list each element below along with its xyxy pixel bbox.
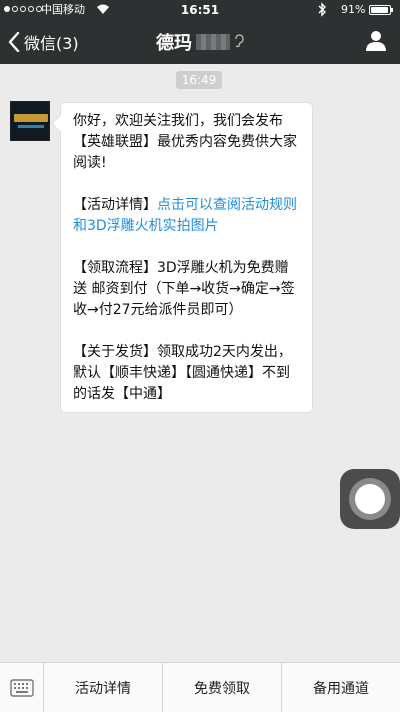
- battery-icon: [369, 5, 393, 15]
- message-paragraph-process: 【领取流程】3D浮雕火机为免费赠送 邮资到付（下单→收货→确定→签收→付27元给…: [73, 260, 295, 318]
- message-paragraph-details: 【活动详情】点击可以查阅活动规则和3D浮雕火机实拍图片: [73, 195, 301, 237]
- menu-item-activity-details[interactable]: 活动详情: [44, 663, 163, 712]
- message-paragraph-intro: 你好，欢迎关注我们，我们会发布【英雄联盟】最优秀内容免费供大家阅读!: [73, 113, 297, 171]
- message-timestamp: 16:49: [176, 71, 222, 89]
- avatar[interactable]: [10, 101, 50, 141]
- message-bubble: 你好，欢迎关注我们，我们会发布【英雄联盟】最优秀内容免费供大家阅读! 【活动详情…: [60, 102, 313, 413]
- menu-item-free-claim[interactable]: 免费领取: [163, 663, 282, 712]
- chat-title: 德玛: [156, 33, 192, 54]
- profile-icon[interactable]: [366, 30, 386, 56]
- ear-icon: [234, 33, 244, 52]
- keyboard-icon: [9, 678, 34, 697]
- message-paragraph-shipping: 【关于发货】领取成功2天内发出，默认【顺丰快递】【圆通快递】不到的话发【中通】: [73, 344, 292, 402]
- battery-percent: 91%: [341, 3, 366, 16]
- keyboard-toggle-button[interactable]: [0, 663, 44, 712]
- status-bar: 中国移动 16:51 91%: [0, 0, 400, 20]
- menu-item-backup-channel[interactable]: 备用通道: [282, 663, 400, 712]
- assistive-touch-button[interactable]: [340, 469, 400, 529]
- bottom-menu-bar: 活动详情 免费领取 备用通道: [0, 662, 400, 712]
- top-bar: 中国移动 16:51 91% 微信(3) 德玛: [0, 0, 400, 64]
- title-area: 德玛: [0, 20, 400, 64]
- status-time: 16:51: [180, 3, 220, 17]
- blurred-title-text: [196, 34, 230, 50]
- navigation-bar: 微信(3) 德玛: [0, 20, 400, 64]
- details-prefix: 【活动详情】: [73, 197, 157, 213]
